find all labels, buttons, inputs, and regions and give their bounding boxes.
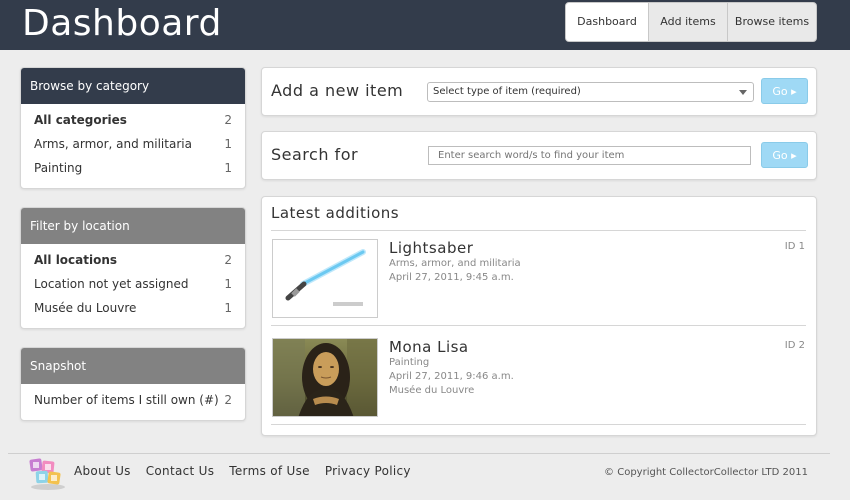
- item-location: Musée du Louvre: [389, 385, 475, 396]
- location-label: Location not yet assigned: [34, 277, 189, 291]
- mona-lisa-image: [273, 339, 377, 416]
- item-category: Arms, armor, and militaria: [389, 258, 521, 269]
- category-item-painting[interactable]: Painting 1: [21, 156, 245, 180]
- search-title: Search for: [271, 145, 359, 164]
- tab-add-items[interactable]: Add items: [648, 3, 727, 41]
- lightsaber-image: [273, 240, 377, 317]
- footer-divider: [8, 453, 830, 454]
- snapshot-item-owned: Number of items I still own (#) 2: [21, 388, 245, 412]
- latest-additions-box: Latest additions Lightsaber ID 1 Arms, a…: [261, 196, 817, 436]
- logo-image: [29, 458, 65, 490]
- logo-icon: [29, 457, 67, 491]
- chevron-down-icon: [739, 90, 747, 95]
- add-item-title: Add a new item: [271, 81, 404, 100]
- location-count: 1: [224, 301, 232, 315]
- category-panel: Browse by category All categories 2 Arms,…: [20, 67, 246, 189]
- snapshot-panel: Snapshot Number of items I still own (#)…: [20, 347, 246, 421]
- tab-dashboard[interactable]: Dashboard: [566, 3, 648, 41]
- add-item-box: Add a new item Select type of item (requ…: [261, 67, 817, 116]
- item-type-select-value: Select type of item (required): [433, 86, 581, 97]
- item-category: Painting: [389, 357, 430, 368]
- item-date: April 27, 2011, 9:46 a.m.: [389, 371, 514, 382]
- snapshot-count: 2: [224, 393, 232, 407]
- footer-link-about[interactable]: About Us: [74, 464, 131, 478]
- category-panel-heading: Browse by category: [21, 68, 245, 104]
- location-panel: Filter by location All locations 2 Locati…: [20, 207, 246, 329]
- item-title[interactable]: Mona Lisa: [389, 338, 469, 356]
- category-label: All categories: [34, 113, 127, 127]
- divider: [271, 230, 806, 231]
- location-count: 1: [224, 277, 232, 291]
- category-item-all[interactable]: All categories 2: [21, 108, 245, 132]
- item-title[interactable]: Lightsaber: [389, 239, 473, 257]
- lightsaber-thumbnail[interactable]: [272, 239, 378, 318]
- footer-link-contact[interactable]: Contact Us: [146, 464, 215, 478]
- snapshot-panel-heading: Snapshot: [21, 348, 245, 384]
- item-date: April 27, 2011, 9:45 a.m.: [389, 272, 514, 283]
- snapshot-label: Number of items I still own (#): [34, 393, 219, 407]
- item-id: ID 2: [784, 340, 805, 351]
- category-count: 1: [224, 161, 232, 175]
- copyright-text: © Copyright CollectorCollector LTD 2011: [604, 467, 808, 478]
- footer-link-terms[interactable]: Terms of Use: [229, 464, 310, 478]
- category-label: Painting: [34, 161, 83, 175]
- footer-link-privacy[interactable]: Privacy Policy: [325, 464, 411, 478]
- list-item[interactable]: Lightsaber ID 1 Arms, armor, and militar…: [271, 234, 806, 326]
- top-navigation: Dashboard Add items Browse items: [565, 2, 817, 42]
- item-type-select[interactable]: Select type of item (required): [427, 82, 754, 102]
- location-panel-heading: Filter by location: [21, 208, 245, 244]
- search-input[interactable]: [428, 146, 751, 165]
- footer-links: About Us Contact Us Terms of Use Privacy…: [74, 464, 411, 478]
- category-count: 2: [224, 113, 232, 127]
- app-title: Dashboard: [22, 3, 222, 44]
- app-header: Dashboard Dashboard Add items Browse ite…: [0, 0, 850, 50]
- location-label: All locations: [34, 253, 118, 267]
- location-item-all[interactable]: All locations 2: [21, 248, 245, 272]
- item-id: ID 1: [784, 241, 805, 252]
- add-item-go-button[interactable]: Go ▸: [761, 78, 808, 104]
- location-label: Musée du Louvre: [34, 301, 137, 315]
- latest-additions-title: Latest additions: [271, 204, 400, 222]
- location-item-louvre[interactable]: Musée du Louvre 1: [21, 296, 245, 320]
- list-item[interactable]: Mona Lisa ID 2 Painting April 27, 2011, …: [271, 333, 806, 425]
- category-count: 1: [224, 137, 232, 151]
- mona-lisa-thumbnail[interactable]: [272, 338, 378, 417]
- category-item-arms[interactable]: Arms, armor, and militaria 1: [21, 132, 245, 156]
- location-count: 2: [224, 253, 232, 267]
- location-item-unassigned[interactable]: Location not yet assigned 1: [21, 272, 245, 296]
- search-go-button[interactable]: Go ▸: [761, 142, 808, 168]
- category-label: Arms, armor, and militaria: [34, 137, 192, 151]
- search-box: Search for Go ▸: [261, 131, 817, 180]
- tab-browse-items[interactable]: Browse items: [727, 3, 816, 41]
